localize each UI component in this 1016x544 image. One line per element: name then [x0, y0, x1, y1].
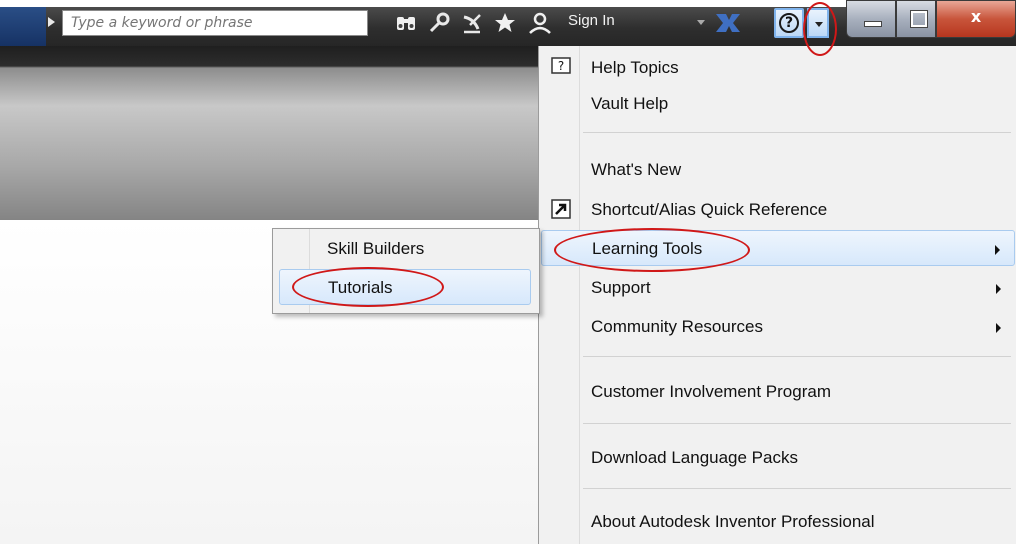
- menu-item-label: What's New: [591, 160, 682, 179]
- menu-item-support[interactable]: Support: [541, 270, 1015, 306]
- menu-separator: [583, 356, 1011, 357]
- help-icon: ?: [779, 13, 799, 33]
- binoculars-icon[interactable]: [394, 11, 418, 35]
- minimize-button[interactable]: [846, 0, 896, 38]
- help-dropdown-button[interactable]: [807, 8, 829, 38]
- svg-text:?: ?: [558, 59, 564, 73]
- satellite-icon[interactable]: [460, 11, 484, 35]
- help-button[interactable]: ?: [774, 8, 804, 38]
- menu-item-label: Support: [591, 278, 651, 297]
- menu-item-label: Shortcut/Alias Quick Reference: [591, 200, 828, 219]
- app-menu-edge[interactable]: [0, 7, 46, 46]
- star-icon[interactable]: [493, 11, 517, 35]
- close-icon: x: [970, 7, 982, 26]
- menu-item-download-language-packs[interactable]: Download Language Packs: [541, 440, 1015, 476]
- menu-item-label: About Autodesk Inventor Professional: [591, 512, 875, 531]
- user-icon[interactable]: [528, 11, 552, 35]
- menu-item-whats-new[interactable]: What's New: [541, 152, 1015, 188]
- window-controls: x: [846, 0, 1016, 40]
- search-input[interactable]: [62, 10, 368, 36]
- submenu-arrow-icon: [996, 323, 1001, 333]
- help-topics-icon: ?: [551, 57, 571, 74]
- menu-item-vault-help[interactable]: Vault Help: [541, 86, 1015, 122]
- submenu-arrow-icon: [995, 245, 1000, 255]
- close-button[interactable]: x: [936, 0, 1016, 38]
- restore-button[interactable]: [896, 0, 936, 38]
- minimize-icon: [864, 21, 882, 27]
- menu-separator: [583, 423, 1011, 424]
- submenu-item-skill-builders[interactable]: Skill Builders: [279, 231, 531, 267]
- menu-separator: [583, 488, 1011, 489]
- menu-item-label: Learning Tools: [592, 239, 703, 258]
- menu-item-label: Download Language Packs: [591, 448, 798, 467]
- menu-item-label: Community Resources: [591, 317, 763, 336]
- submenu-item-label: Tutorials: [328, 278, 393, 297]
- sign-in-dropdown-icon[interactable]: [697, 20, 705, 25]
- search-expand-arrow-icon[interactable]: [48, 17, 55, 27]
- shortcut-arrow-icon: [551, 199, 571, 219]
- menu-separator: [583, 132, 1011, 133]
- submenu-arrow-icon: [996, 284, 1001, 294]
- menu-item-customer-involvement[interactable]: Customer Involvement Program: [541, 374, 1015, 410]
- menu-item-label: Vault Help: [591, 94, 669, 113]
- menu-item-shortcut-reference[interactable]: Shortcut/Alias Quick Reference: [541, 192, 1015, 228]
- exchange-icon[interactable]: [713, 10, 743, 36]
- help-menu: ? Help Topics Vault Help What's New Shor…: [538, 46, 1016, 544]
- sign-in-link[interactable]: Sign In: [568, 12, 615, 29]
- menu-item-help-topics[interactable]: ? Help Topics: [541, 50, 1015, 86]
- submenu-item-label: Skill Builders: [327, 239, 425, 258]
- menu-item-label: Help Topics: [591, 58, 679, 77]
- workspace-header: [0, 46, 540, 220]
- restore-icon: [911, 11, 927, 27]
- learning-tools-submenu: Skill Builders Tutorials: [272, 228, 540, 314]
- submenu-item-tutorials[interactable]: Tutorials: [279, 269, 531, 305]
- menu-item-learning-tools[interactable]: Learning Tools: [541, 230, 1015, 266]
- key-icon[interactable]: [427, 11, 451, 35]
- menu-item-about[interactable]: About Autodesk Inventor Professional: [541, 504, 1015, 540]
- menu-item-community-resources[interactable]: Community Resources: [541, 309, 1015, 345]
- menu-item-label: Customer Involvement Program: [591, 382, 831, 401]
